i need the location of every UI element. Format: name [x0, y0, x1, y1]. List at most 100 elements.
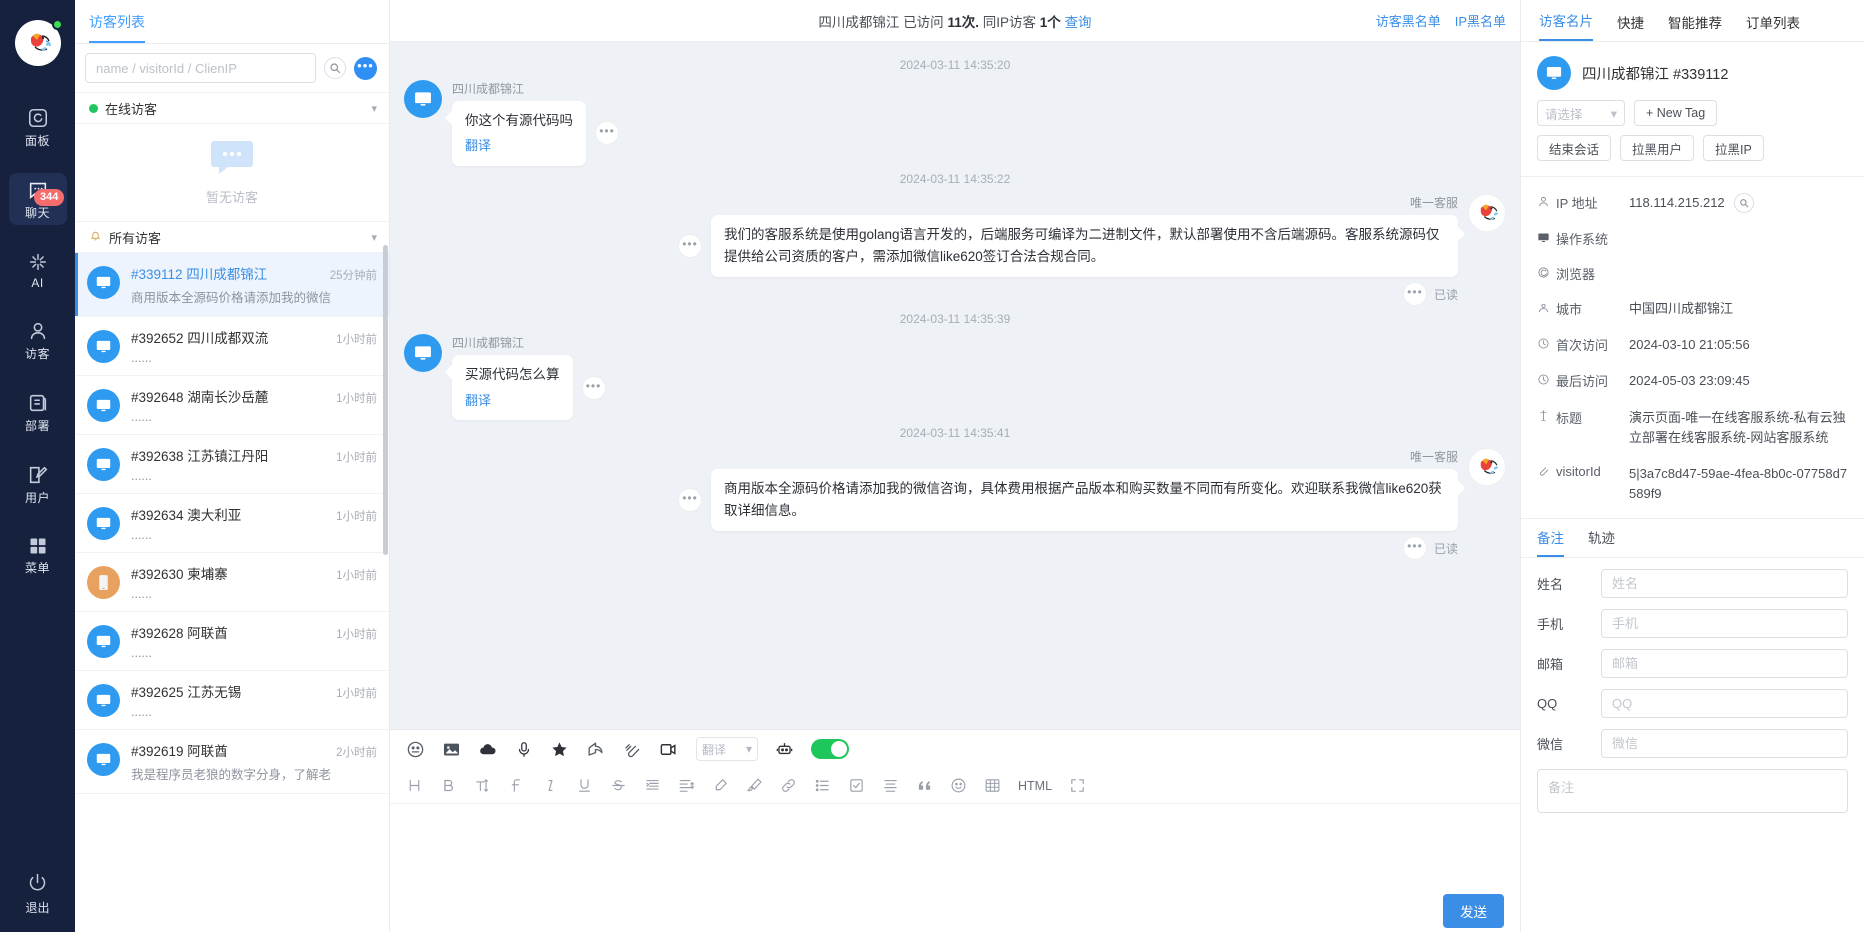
message-actions-icon[interactable]: ••• [1402, 536, 1427, 561]
rail-item-ai[interactable]: AI [0, 234, 75, 303]
rail-item-deploy[interactable]: 部署 [0, 375, 75, 447]
font-style-icon[interactable] [508, 777, 525, 794]
chat-header-title: 四川成都锦江 已访问 11次. 同IP访客 1个 查询 [818, 11, 1091, 31]
note-textarea[interactable] [1537, 769, 1848, 814]
emoji-icon[interactable] [406, 740, 425, 759]
robot-icon[interactable] [775, 740, 794, 759]
fullscreen-icon[interactable] [1069, 777, 1086, 794]
link-icon[interactable] [780, 777, 797, 794]
star-icon[interactable] [550, 740, 569, 759]
message-actions-icon[interactable]: ••• [678, 488, 702, 513]
checkbox-icon[interactable] [848, 777, 865, 794]
ip-address-link[interactable]: 118.114.215.212 [1629, 193, 1725, 213]
translate-select[interactable]: 翻译 ▾ [696, 737, 758, 761]
heading-icon[interactable] [406, 777, 423, 794]
tag-select[interactable]: 请选择 ▾ [1537, 100, 1625, 126]
table-icon[interactable] [984, 777, 1001, 794]
message-actions-icon[interactable]: ••• [1402, 282, 1427, 307]
visitor-list-item[interactable]: #392652 四川成都双流 1小时前...... [75, 317, 389, 376]
ip-lookup-icon[interactable] [1733, 193, 1754, 214]
agent-avatar [1468, 447, 1506, 486]
search-input[interactable] [85, 53, 316, 83]
rail-item-menu[interactable]: 菜单 [0, 519, 75, 589]
visitor-list-item[interactable]: #392630 柬埔寨 1小时前...... [75, 553, 389, 612]
message-actions-icon[interactable]: ••• [581, 375, 606, 400]
form-input-0[interactable] [1601, 569, 1848, 599]
ip-blacklist-link[interactable]: IP黑名单 [1455, 11, 1506, 30]
visitor-blacklist-link[interactable]: 访客黑名单 [1376, 11, 1441, 30]
detail-sub-tab[interactable]: 备注 [1537, 527, 1564, 558]
brush-icon[interactable] [746, 777, 763, 794]
form-input-2[interactable] [1601, 649, 1848, 679]
visitor-list-item[interactable]: #392619 阿联酋 2小时前 我是程序员老狼的数字分身，了解老 [75, 730, 389, 794]
bullet-list-icon[interactable] [814, 777, 831, 794]
chevron-down-icon[interactable]: ▾ [371, 231, 377, 244]
visitor-card-id: #339112 [1673, 66, 1729, 83]
detail-sub-tab[interactable]: 轨迹 [1588, 527, 1615, 557]
visitor-list-item[interactable]: #392638 江苏镇江丹阳 1小时前...... [75, 435, 389, 494]
italic-icon[interactable] [542, 777, 559, 794]
line-height-icon[interactable] [678, 777, 695, 794]
rail-item-logout[interactable]: 退出 [0, 872, 75, 916]
block-ip-button[interactable]: 拉黑IP [1703, 135, 1764, 161]
online-visitors-group-header[interactable]: 在线访客 ▾ [75, 92, 389, 124]
tab-visitor-list[interactable]: 访客列表 [89, 12, 145, 43]
visitor-list-item[interactable]: #392634 澳大利亚 1小时前...... [75, 494, 389, 553]
rail-item-visitors[interactable]: 访客 [0, 303, 75, 375]
detail-tab[interactable]: 智能推荐 [1668, 12, 1722, 41]
translate-link[interactable]: 翻译 [465, 390, 560, 411]
highlighter-icon[interactable] [712, 777, 729, 794]
detail-tab[interactable]: 访客名片 [1539, 10, 1593, 41]
visitor-list-item[interactable]: #339112 四川成都锦江 25分钟前 商用版本全源码价格请添加我的微信 [75, 253, 389, 317]
visitor-message: 四川成都锦江 买源代码怎么算 翻译 ••• [404, 334, 1506, 420]
strikethrough-icon[interactable] [610, 777, 627, 794]
more-options-icon[interactable]: ••• [354, 56, 377, 80]
video-icon[interactable] [658, 740, 679, 759]
form-input-1[interactable] [1601, 609, 1848, 639]
rail-item-chat[interactable]: 聊天 344 [0, 162, 75, 234]
font-size-icon[interactable] [474, 777, 491, 794]
sameip-label: 同IP访客 [982, 14, 1037, 30]
block-user-button[interactable]: 拉黑用户 [1620, 135, 1695, 161]
bold-icon[interactable] [440, 777, 457, 794]
end-session-button[interactable]: 结束会话 [1537, 135, 1612, 161]
message-actions-icon[interactable]: ••• [678, 233, 702, 258]
auto-reply-toggle[interactable] [811, 739, 849, 759]
underline-icon[interactable] [576, 777, 593, 794]
ai-sparkle-icon [27, 251, 49, 273]
send-button[interactable]: 发送 [1443, 894, 1504, 928]
html-mode-button[interactable]: HTML [1018, 779, 1052, 793]
detail-tab[interactable]: 订单列表 [1746, 12, 1800, 41]
message-actions-icon[interactable]: ••• [595, 121, 619, 146]
rail-item-users[interactable]: 用户 [0, 447, 75, 519]
search-icon[interactable] [324, 57, 346, 79]
attachment-icon[interactable] [622, 740, 641, 759]
chevron-down-icon[interactable]: ▾ [371, 102, 377, 115]
visitor-item-body: #392630 柬埔寨 1小时前...... [131, 563, 377, 601]
form-input-4[interactable] [1601, 729, 1848, 759]
rail-item-dashboard[interactable]: 面板 [0, 90, 75, 162]
cloud-upload-icon[interactable] [478, 740, 498, 759]
translate-link[interactable]: 翻译 [465, 135, 573, 156]
align-icon[interactable] [882, 777, 899, 794]
read-receipt-row: ••• 已读 [1402, 536, 1458, 561]
query-link[interactable]: 查询 [1065, 15, 1092, 30]
visitor-list-item[interactable]: #392628 阿联酋 1小时前...... [75, 612, 389, 671]
new-tag-button[interactable]: + New Tag [1634, 100, 1718, 126]
desktop-device-icon [87, 330, 120, 363]
quote-icon[interactable] [916, 777, 933, 794]
indent-icon[interactable] [644, 777, 661, 794]
visitor-list-scrollbar[interactable] [383, 245, 388, 555]
visitor-info-row: 首次访问 2024-03-10 21:05:56 [1537, 327, 1848, 363]
image-icon[interactable] [442, 740, 461, 759]
message-input[interactable] [390, 804, 1520, 890]
smiley-icon[interactable] [950, 777, 967, 794]
detail-tab[interactable]: 快捷 [1617, 12, 1644, 41]
share-icon[interactable] [586, 740, 605, 759]
visitor-list-item[interactable]: #392625 江苏无锡 1小时前...... [75, 671, 389, 730]
all-visitors-group-header[interactable]: 所有访客 ▾ [75, 221, 389, 253]
user-icon [27, 320, 49, 342]
form-input-3[interactable] [1601, 689, 1848, 719]
microphone-icon[interactable] [515, 740, 533, 759]
visitor-list-item[interactable]: #392648 湖南长沙岳麓 1小时前...... [75, 376, 389, 435]
